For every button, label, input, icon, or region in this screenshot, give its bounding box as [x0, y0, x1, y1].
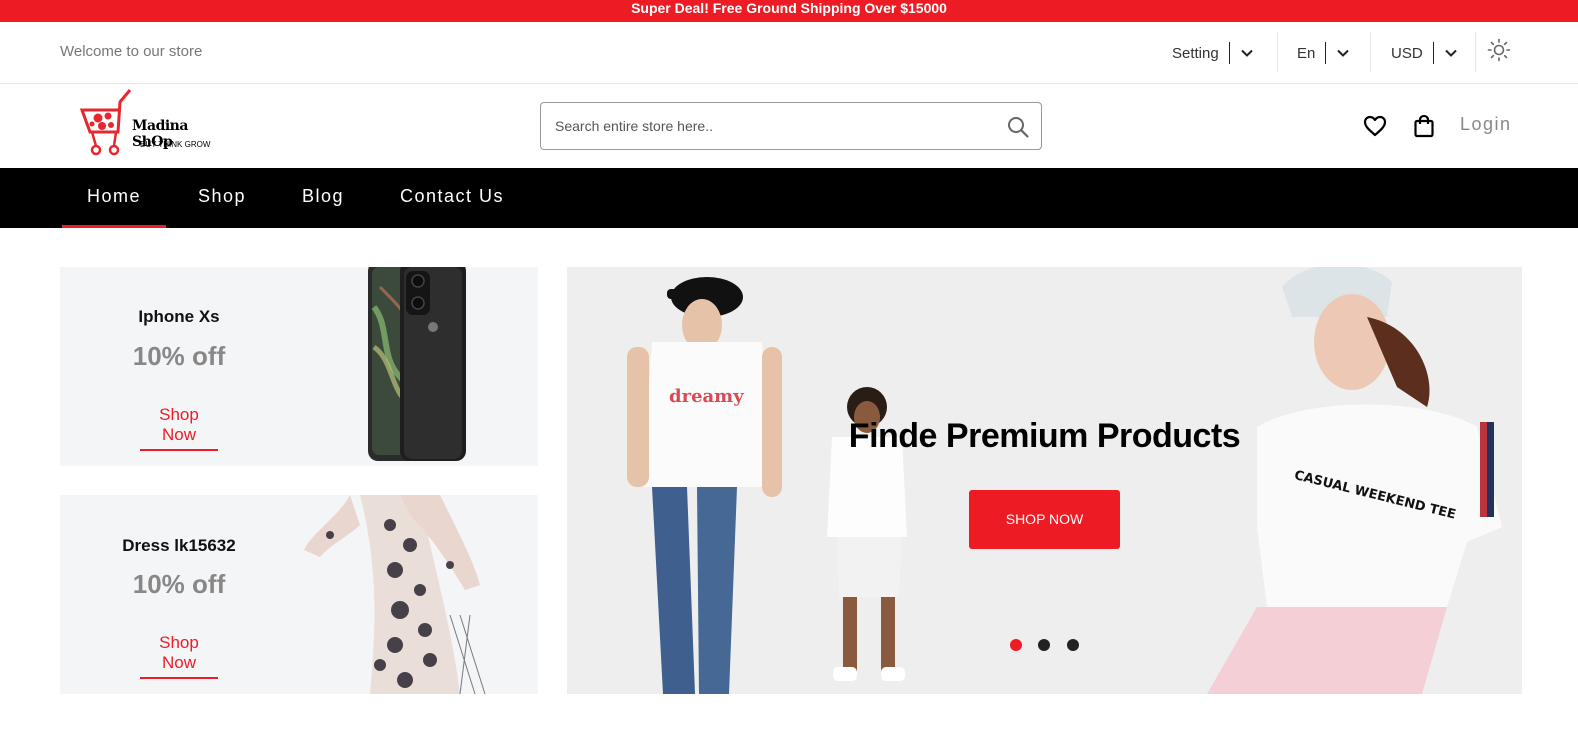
chevron-down-icon	[1240, 49, 1253, 57]
nav-home[interactable]: Home	[61, 168, 167, 228]
search-box	[540, 102, 1042, 150]
divider	[1475, 32, 1476, 72]
svg-text:dreamy: dreamy	[669, 386, 744, 407]
promo-card-iphone: Iphone Xs 10% off Shop Now	[60, 267, 538, 466]
divider	[1228, 42, 1230, 64]
hero-models-image: dreamy CASUAL WEEKEND TEE	[627, 267, 1502, 694]
shopping-bag-icon[interactable]	[1413, 114, 1435, 138]
promo-title: Iphone Xs	[138, 307, 220, 326]
hero-banner: dreamy CASUAL WEEKEND TEE Finde Premium …	[567, 267, 1522, 694]
site-header: Madina ShOp BUY THINK GROW Login	[0, 84, 1578, 168]
hero-shop-now-button[interactable]: SHOP NOW	[969, 490, 1120, 549]
welcome-text: Welcome to our store	[60, 43, 203, 60]
search-input[interactable]	[555, 115, 995, 137]
dress-product-image	[304, 495, 486, 694]
promo-card-dress: Dress lk15632 10% off Shop Now	[60, 495, 538, 694]
language-label: En	[1297, 44, 1316, 62]
shop-now-link[interactable]: Shop Now	[140, 633, 218, 679]
site-logo[interactable]: Madina ShOp BUY THINK GROW	[78, 88, 218, 160]
language-dropdown[interactable]: En	[1297, 22, 1350, 84]
utility-bar: Welcome to our store Setting En USD	[0, 22, 1578, 84]
promo-text: Super Deal! Free Ground Shipping Over $1…	[631, 0, 947, 16]
logo-tagline: BUY THINK GROW	[140, 140, 211, 149]
nav-shop[interactable]: Shop	[198, 168, 246, 228]
promo-discount: 10% off	[132, 341, 226, 371]
divider	[1432, 42, 1434, 64]
nav-blog[interactable]: Blog	[302, 168, 344, 228]
carousel-dot-1[interactable]	[1010, 639, 1022, 651]
carousel-dot-3[interactable]	[1067, 639, 1079, 651]
divider	[1277, 32, 1278, 72]
search-icon[interactable]	[1006, 115, 1030, 139]
iphone-product-image	[368, 267, 466, 461]
divider	[1370, 32, 1371, 72]
hero-title: Finde Premium Products	[848, 417, 1241, 455]
theme-toggle-sun-icon[interactable]	[1487, 38, 1511, 62]
main-nav: Home Shop Blog Contact Us	[0, 168, 1578, 228]
setting-label: Setting	[1172, 44, 1219, 62]
currency-label: USD	[1391, 44, 1423, 62]
chevron-down-icon	[1444, 49, 1457, 57]
promo-banner: Super Deal! Free Ground Shipping Over $1…	[0, 0, 1578, 22]
chevron-down-icon	[1337, 49, 1350, 57]
carousel-dot-2[interactable]	[1038, 639, 1050, 651]
nav-contact-us[interactable]: Contact Us	[400, 168, 504, 228]
shopping-cart-logo-icon	[79, 89, 132, 156]
login-link[interactable]: Login	[1460, 114, 1512, 135]
setting-dropdown[interactable]: Setting	[1172, 22, 1254, 84]
currency-dropdown[interactable]: USD	[1391, 22, 1458, 84]
wishlist-heart-icon[interactable]	[1363, 115, 1387, 137]
promo-discount: 10% off	[132, 569, 226, 599]
shop-now-link[interactable]: Shop Now	[140, 405, 218, 451]
divider	[1325, 42, 1327, 64]
promo-title: Dress lk15632	[122, 536, 236, 555]
